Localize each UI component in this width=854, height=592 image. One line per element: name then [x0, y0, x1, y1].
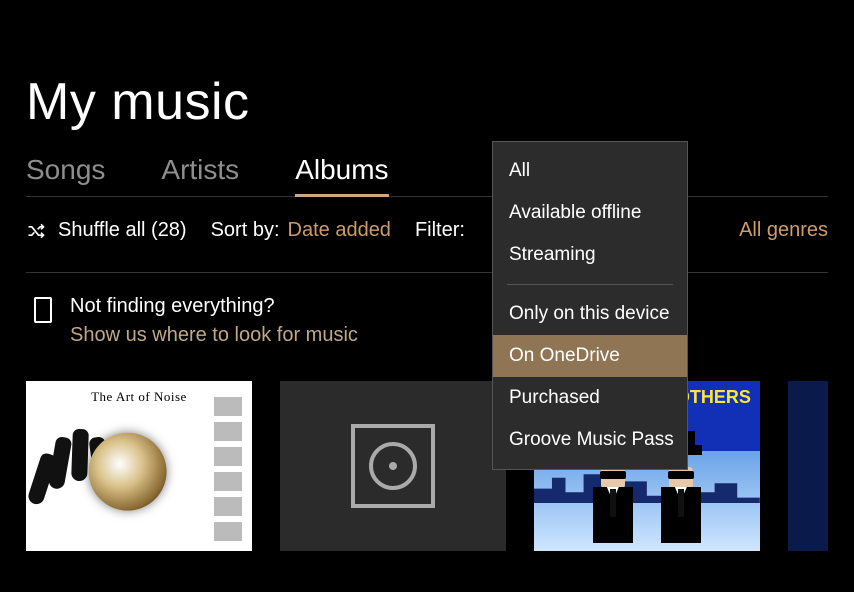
library-tabs: Songs Artists Albums	[26, 154, 828, 197]
tip-heading: Not finding everything?	[70, 295, 358, 318]
filter-option-available-offline[interactable]: Available offline	[493, 192, 687, 234]
album-tile[interactable]: The Art of Noise	[26, 381, 252, 551]
music-library-page: My music Songs Artists Albums Shuffle al…	[0, 72, 854, 551]
genres-control[interactable]: All genres	[739, 219, 828, 242]
filter-option-on-onedrive[interactable]: On OneDrive	[493, 335, 687, 377]
shuffle-all-button[interactable]: Shuffle all (28)	[26, 219, 187, 242]
tab-artists[interactable]: Artists	[161, 154, 239, 196]
filter-label: Filter:	[415, 219, 465, 242]
shuffle-icon	[26, 221, 46, 241]
filter-dropdown: All Available offline Streaming Only on …	[492, 141, 688, 470]
album-grid: The Art of Noise THE BLUES BROTHERS	[26, 381, 828, 551]
filter-option-only-on-this-device[interactable]: Only on this device	[493, 293, 687, 335]
tab-albums[interactable]: Albums	[295, 154, 388, 196]
page-title: My music	[26, 72, 828, 132]
tab-songs[interactable]: Songs	[26, 154, 105, 196]
shuffle-label: Shuffle all (28)	[58, 219, 187, 242]
sort-control[interactable]: Sort by: Date added	[211, 219, 391, 242]
filter-control[interactable]: Filter:	[415, 219, 465, 242]
device-icon	[34, 297, 52, 323]
placeholder-album-icon	[351, 424, 435, 508]
album-art-graphic	[88, 432, 166, 510]
album-tile[interactable]	[280, 381, 506, 551]
album-tile[interactable]	[788, 381, 828, 551]
genres-value[interactable]: All genres	[739, 219, 828, 242]
sort-value[interactable]: Date added	[288, 219, 391, 242]
album-art-graphic	[214, 397, 242, 541]
sort-label: Sort by:	[211, 219, 280, 242]
filter-option-purchased[interactable]: Purchased	[493, 377, 687, 419]
filter-option-all[interactable]: All	[493, 150, 687, 192]
scan-folders-tip: Not finding everything? Show us where to…	[26, 295, 828, 347]
tip-link[interactable]: Show us where to look for music	[70, 324, 358, 347]
album-toolbar: Shuffle all (28) Sort by: Date added Fil…	[26, 219, 828, 273]
filter-option-streaming[interactable]: Streaming	[493, 234, 687, 276]
filter-option-groove-music-pass[interactable]: Groove Music Pass	[493, 419, 687, 461]
